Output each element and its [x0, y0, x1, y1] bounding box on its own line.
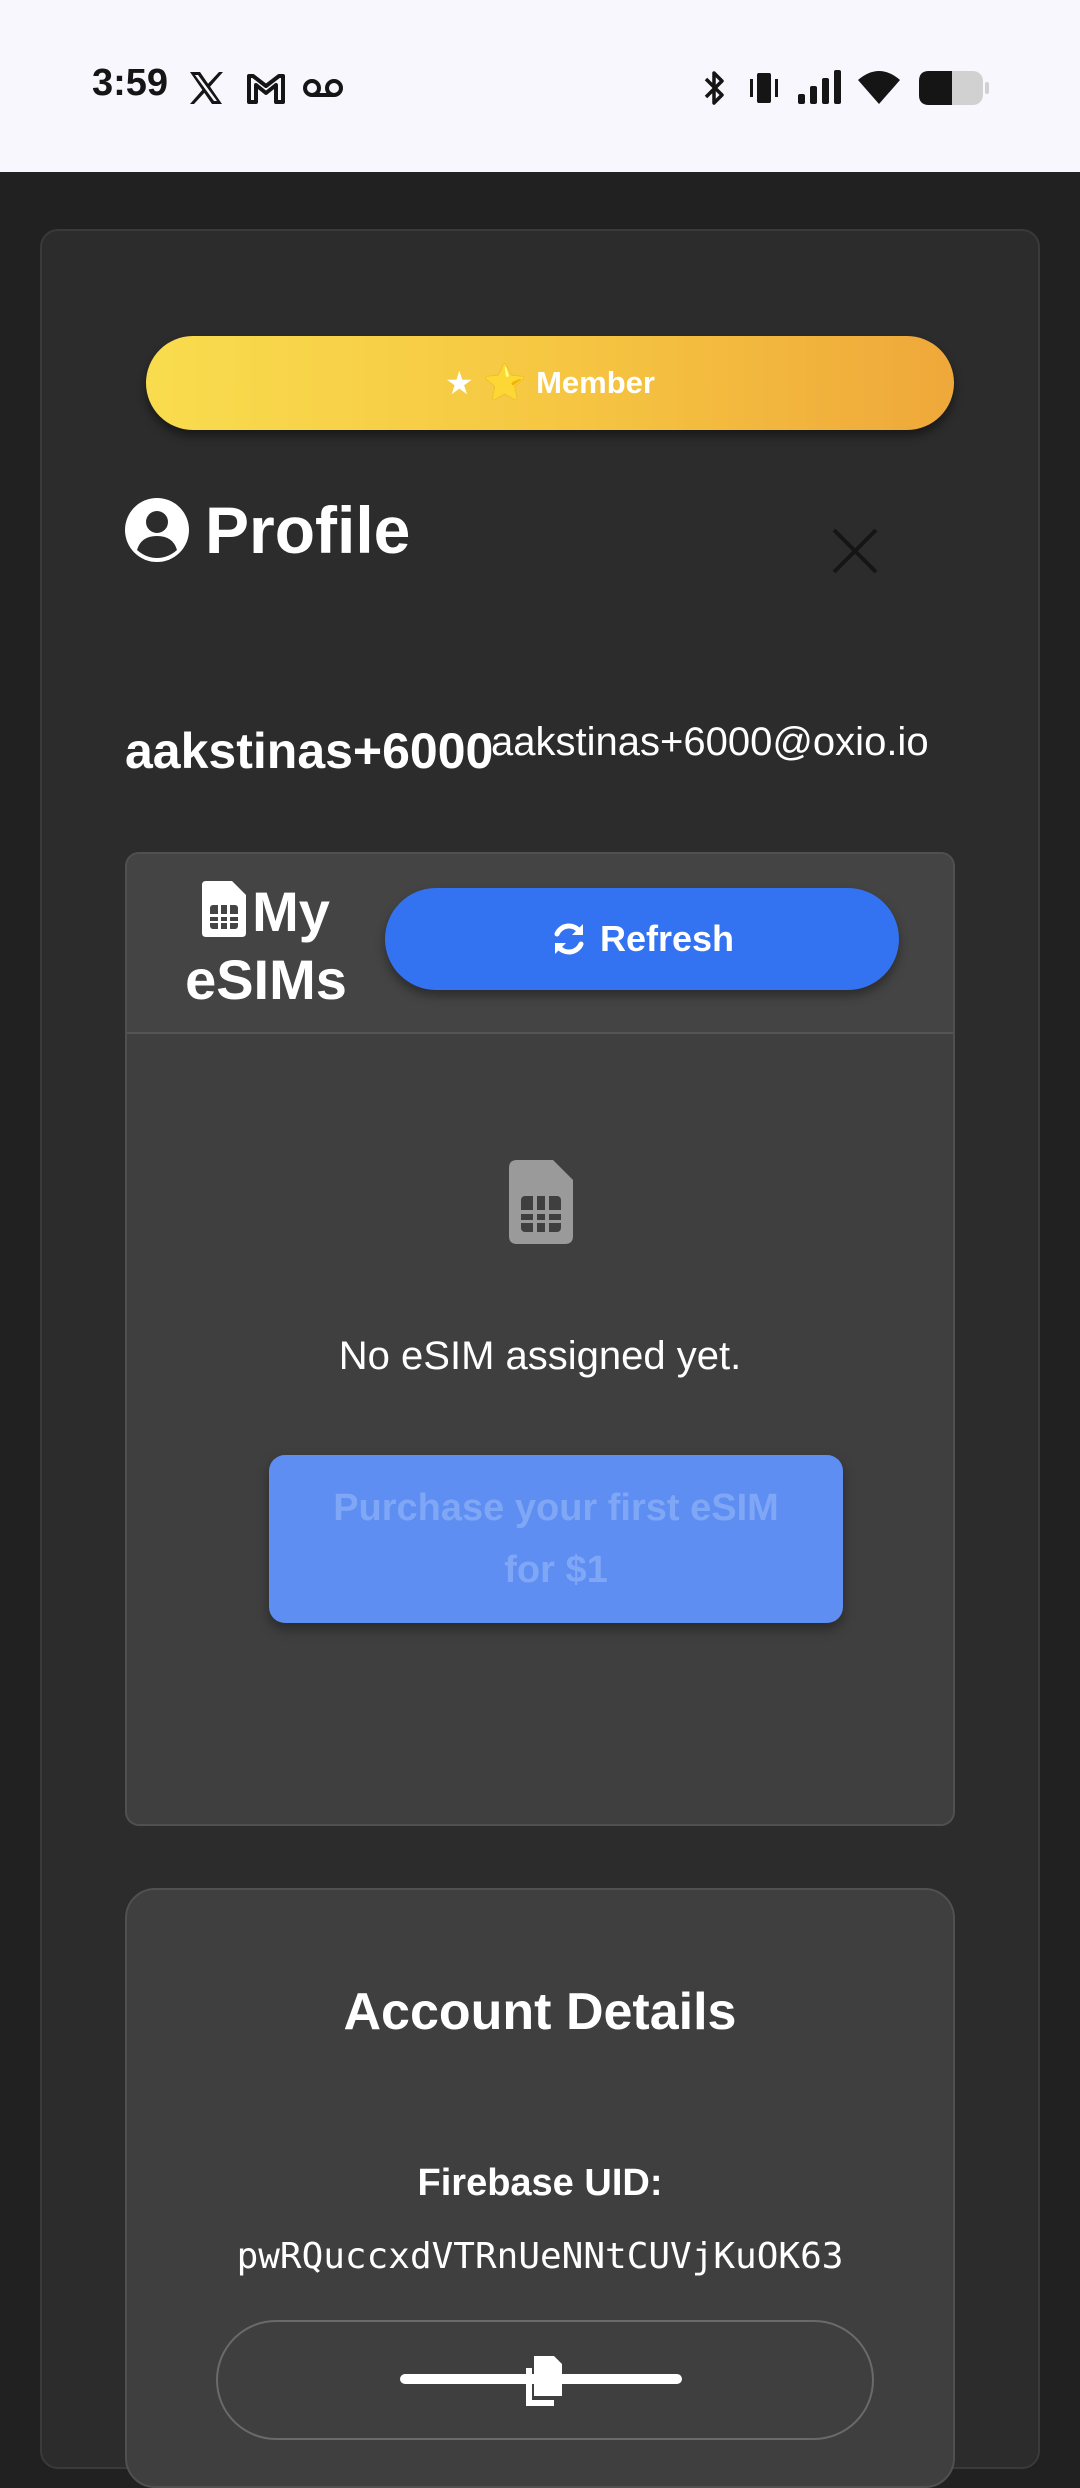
- user-email: aakstinas+6000@oxio.io: [491, 720, 929, 764]
- user-circle-icon: [125, 498, 189, 562]
- refresh-button[interactable]: Refresh: [385, 888, 899, 990]
- gmail-icon: [247, 74, 285, 104]
- member-label: Member: [536, 365, 655, 400]
- refresh-icon: [554, 923, 584, 955]
- status-bar: 3:59: [0, 0, 1080, 172]
- empty-state-text: No eSIM assigned yet.: [338, 1334, 742, 1378]
- profile-title: Profile: [205, 493, 411, 567]
- account-details-title: Account Details: [343, 1983, 737, 2041]
- purchase-esim-button[interactable]: Purchase your first eSIM for $1: [269, 1455, 843, 1623]
- firebase-uid-label: Firebase UID:: [417, 2162, 663, 2204]
- signal-icon: [798, 70, 841, 104]
- esims-header: My eSIMs Refresh: [127, 854, 953, 1034]
- copy-uid-button[interactable]: [216, 2320, 874, 2440]
- star-icon: ★: [445, 365, 474, 401]
- status-time: 3:59: [92, 62, 169, 104]
- vibrate-icon: [750, 73, 778, 103]
- voicemail-icon: [303, 79, 343, 97]
- esims-card: My eSIMs Refresh No eSIM assigned yet. P…: [125, 852, 955, 1826]
- username: aakstinas+6000: [125, 723, 494, 779]
- profile-heading: Profile: [125, 490, 410, 570]
- star-emoji-icon: ⭐: [483, 364, 527, 402]
- battery-icon: [919, 71, 989, 105]
- close-icon[interactable]: [830, 526, 880, 576]
- wifi-icon: [858, 71, 900, 104]
- account-details-card: Account Details Firebase UID: pwRQuccxdV…: [125, 1888, 955, 2488]
- member-badge: ★ ⭐ Member: [146, 336, 954, 430]
- copy-icon: [526, 2356, 562, 2406]
- sim-card-icon: [202, 881, 247, 937]
- bluetooth-icon: [704, 71, 724, 105]
- esims-title: My eSIMs: [181, 878, 351, 1014]
- firebase-uid-value: pwRQuccxdVTRnUeNNtCUVjKuOK63: [236, 2236, 844, 2277]
- sim-card-icon: [509, 1160, 573, 1244]
- x-icon: [190, 72, 223, 104]
- refresh-label: Refresh: [599, 918, 735, 959]
